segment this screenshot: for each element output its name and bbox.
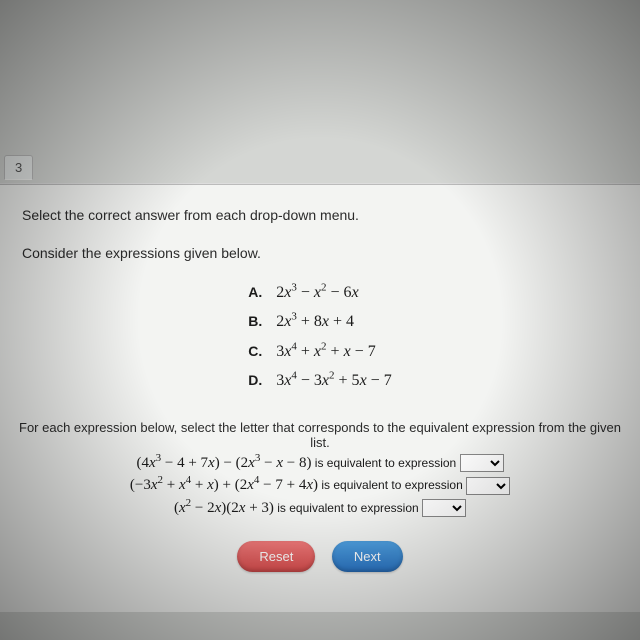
option-b: B. 2x3 + 8x + 4 — [248, 308, 391, 337]
answer-options: A. 2x3 − x2 − 6x B. 2x3 + 8x + 4 C. 3x4 … — [248, 279, 391, 396]
option-b-label: B. — [248, 313, 262, 329]
equation-row-3: (x2 − 2x)(2x + 3) is equivalent to expre… — [0, 497, 640, 518]
option-d-label: D. — [248, 372, 262, 388]
option-c: C. 3x4 + x2 + x − 7 — [248, 337, 391, 366]
equation-row-2: (−3x2 + x4 + x) + (2x4 − 7 + 4x) is equi… — [0, 474, 640, 495]
instruction-text: Select the correct answer from each drop… — [0, 185, 640, 229]
tab-3[interactable]: 3 — [4, 155, 33, 180]
row1-trail: is equivalent to expression — [311, 456, 459, 470]
dropdown-3[interactable] — [422, 499, 466, 517]
consider-text: Consider the expressions given below. — [0, 229, 640, 271]
next-button[interactable]: Next — [332, 541, 403, 572]
option-c-label: C. — [248, 343, 262, 359]
question-panel: Select the correct answer from each drop… — [0, 184, 640, 612]
tab-bar: 3 — [0, 160, 640, 184]
row2-trail: is equivalent to expression — [318, 478, 466, 492]
option-a: A. 2x3 − x2 − 6x — [248, 279, 391, 308]
button-row: Reset Next — [0, 541, 640, 572]
equation-row-1: (4x3 − 4 + 7x) − (2x3 − x − 8) is equiva… — [0, 452, 640, 473]
reset-button[interactable]: Reset — [237, 541, 315, 572]
dropdown-2[interactable] — [466, 477, 510, 495]
dropdown-1[interactable] — [460, 454, 504, 472]
option-a-label: A. — [248, 284, 262, 300]
match-prompt: For each expression below, select the le… — [0, 396, 640, 450]
option-d: D. 3x4 − 3x2 + 5x − 7 — [248, 366, 391, 395]
row3-trail: is equivalent to expression — [274, 501, 422, 515]
